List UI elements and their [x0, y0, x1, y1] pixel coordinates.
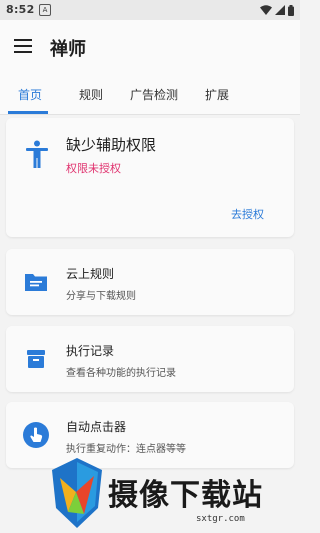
watermark: 摄像下载站 sxtgr.com: [46, 452, 300, 533]
status-bar: 8:52 A: [0, 0, 300, 20]
accessibility-icon: [26, 140, 48, 168]
card-title: 执行记录: [66, 344, 115, 358]
tab-bar: 首页 规则 广告检测 扩展: [0, 76, 300, 115]
card-title: 自动点击器: [66, 420, 127, 434]
battery-icon: [288, 4, 294, 16]
folder-icon: [25, 274, 47, 291]
status-time: 8:52: [6, 3, 35, 16]
cloud-rules-card[interactable]: 云上规则 分享与下载规则: [6, 249, 294, 315]
watermark-url: sxtgr.com: [196, 514, 245, 524]
card-title: 云上规则: [66, 267, 115, 281]
tab-home[interactable]: 首页: [18, 86, 42, 103]
hamburger-menu-icon[interactable]: [14, 39, 32, 55]
tab-indicator: [8, 111, 48, 114]
card-subtitle: 分享与下载规则: [66, 291, 136, 302]
wifi-icon: [260, 5, 272, 15]
permission-status: 权限未授权: [66, 162, 121, 175]
signal-icon: [275, 5, 285, 15]
tab-extensions[interactable]: 扩展: [205, 86, 229, 103]
watermark-logo: [52, 458, 102, 528]
tab-rules[interactable]: 规则: [79, 86, 103, 103]
tab-ad-detection[interactable]: 广告检测: [130, 86, 178, 103]
status-icons: [260, 4, 294, 16]
app-title: 禅师: [50, 39, 86, 60]
permission-card: 缺少辅助权限 权限未授权 去授权: [6, 118, 294, 237]
card-subtitle: 查看各种功能的执行记录: [66, 368, 176, 379]
permission-title: 缺少辅助权限: [66, 136, 157, 154]
execution-log-card[interactable]: 执行记录 查看各种功能的执行记录: [6, 326, 294, 392]
app-bar: 禅师: [0, 20, 300, 76]
watermark-text: 摄像下载站: [108, 478, 263, 513]
touch-icon: [23, 422, 49, 448]
notification-badge: A: [39, 4, 51, 16]
grant-permission-button[interactable]: 去授权: [231, 206, 264, 222]
archive-icon: [27, 350, 45, 368]
